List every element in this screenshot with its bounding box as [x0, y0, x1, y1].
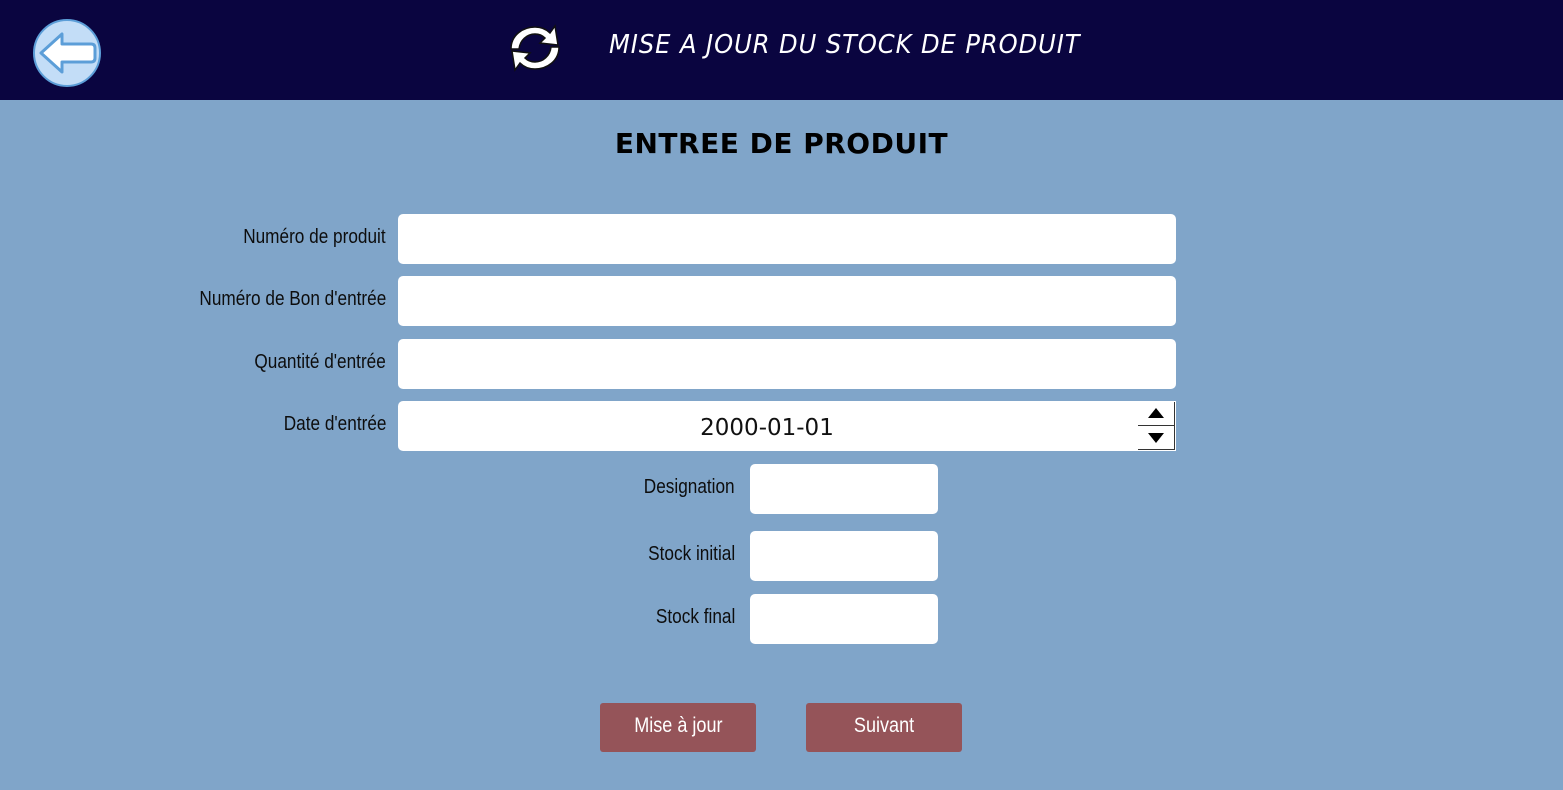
- designation-input[interactable]: [750, 464, 938, 514]
- date-spinner: [1138, 402, 1175, 450]
- designation-label: Designation: [644, 476, 735, 498]
- refresh-arrows-icon: [510, 24, 560, 72]
- update-button-label: Mise à jour: [633, 714, 723, 737]
- quantity-input[interactable]: [398, 339, 1176, 389]
- header-bar: MISE A JOUR DU STOCK DE PRODUIT: [0, 0, 1563, 100]
- quantity-label: Quantité d'entrée: [254, 351, 386, 373]
- next-button-label: Suivant: [853, 714, 915, 737]
- page-title: MISE A JOUR DU STOCK DE PRODUIT: [609, 30, 1081, 60]
- update-button[interactable]: Mise à jour: [600, 703, 756, 752]
- arrow-left-icon: [39, 32, 97, 74]
- entry-date-input[interactable]: 2000-01-01: [398, 401, 1176, 451]
- form-title: ENTREE DE PRODUIT: [614, 127, 949, 160]
- spin-down-button[interactable]: [1138, 426, 1174, 450]
- next-button[interactable]: Suivant: [806, 703, 962, 752]
- product-number-input[interactable]: [398, 214, 1176, 264]
- initial-stock-label: Stock initial: [648, 543, 735, 565]
- initial-stock-input[interactable]: [750, 531, 938, 581]
- final-stock-input[interactable]: [750, 594, 938, 644]
- entry-date-label: Date d'entrée: [283, 413, 386, 435]
- entry-date-value: 2000-01-01: [700, 415, 834, 441]
- spin-up-button[interactable]: [1138, 402, 1174, 426]
- back-button[interactable]: [33, 19, 101, 87]
- product-number-label: Numéro de produit: [243, 226, 386, 248]
- receipt-number-label: Numéro de Bon d'entrée: [199, 288, 386, 310]
- final-stock-label: Stock final: [655, 606, 735, 628]
- triangle-down-icon: [1148, 433, 1164, 443]
- receipt-number-input[interactable]: [398, 276, 1176, 326]
- triangle-up-icon: [1148, 408, 1164, 418]
